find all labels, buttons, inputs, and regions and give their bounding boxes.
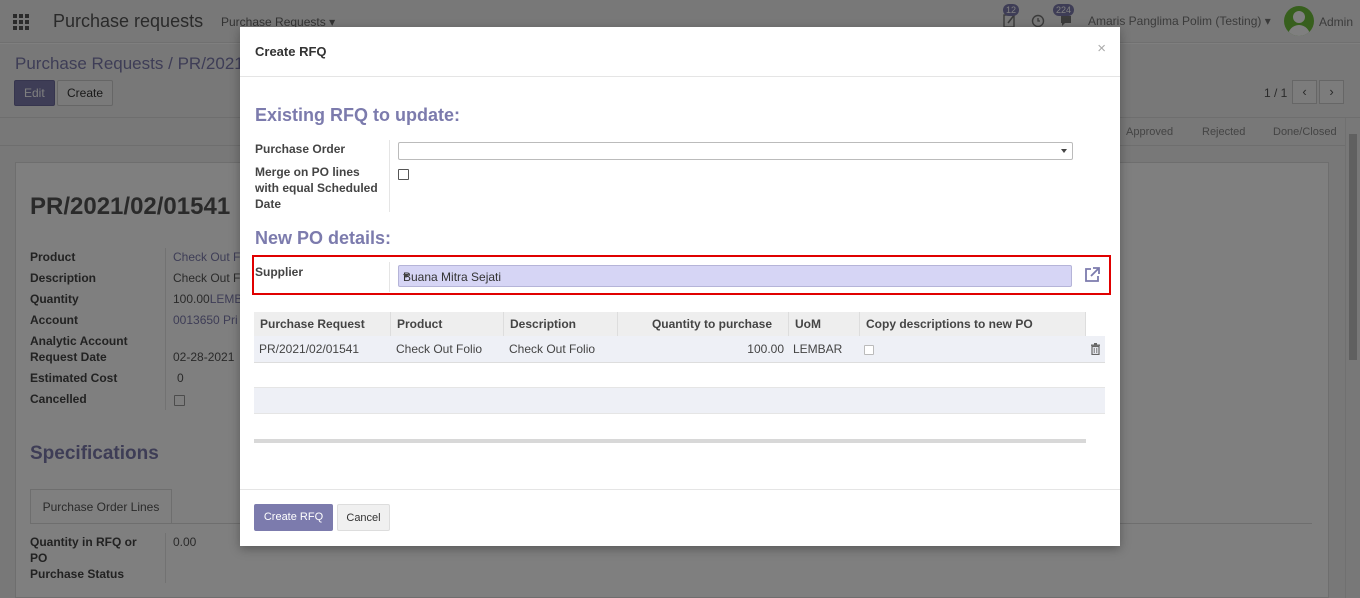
supplier-divider <box>389 262 390 292</box>
dialog-title: Create RFQ <box>255 44 327 59</box>
table-empty-row <box>254 363 1105 388</box>
cell-uom: LEMBAR <box>793 342 843 356</box>
merge-po-lines-checkbox[interactable] <box>398 169 409 180</box>
create-rfq-button[interactable]: Create RFQ <box>254 504 333 531</box>
table-empty-row <box>254 388 1105 413</box>
col-purchase-request[interactable]: Purchase Request <box>254 312 391 336</box>
existing-rfq-section-title: Existing RFQ to update: <box>255 105 460 125</box>
col-uom[interactable]: UoM <box>789 312 860 336</box>
table-empty-row <box>254 413 1105 438</box>
cancel-button[interactable]: Cancel <box>337 504 390 531</box>
new-po-section-title: New PO details: <box>255 228 392 248</box>
purchase-order-label: Purchase Order <box>255 142 346 156</box>
cell-product: Check Out Folio <box>396 342 483 356</box>
create-rfq-dialog: Create RFQ × Existing RFQ to update: Pur… <box>240 27 1120 546</box>
col-copy-descriptions[interactable]: Copy descriptions to new PO <box>860 312 1086 336</box>
dialog-header: Create RFQ × <box>240 27 1120 77</box>
table-horizontal-scrollbar[interactable] <box>254 439 1086 443</box>
col-product[interactable]: Product <box>391 312 504 336</box>
col-quantity-to-purchase[interactable]: Quantity to purchase <box>618 312 789 336</box>
supplier-select[interactable]: Buana Mitra Sejati <box>398 265 1072 287</box>
cell-purchase-request: PR/2021/02/01541 <box>259 342 360 356</box>
external-link-icon[interactable] <box>1083 266 1101 287</box>
trash-icon[interactable] <box>1090 343 1101 358</box>
dialog-field-divider <box>389 140 390 212</box>
supplier-value: Buana Mitra Sejati <box>403 270 502 284</box>
purchase-order-select[interactable] <box>398 142 1073 160</box>
merge-label-line3: Date <box>255 197 282 211</box>
merge-label-line1: Merge on PO lines <box>255 165 360 179</box>
copy-description-checkbox <box>864 345 874 355</box>
close-icon[interactable]: × <box>1097 40 1106 57</box>
chevron-down-icon <box>1061 149 1067 153</box>
merge-label-line2: with equal Scheduled <box>255 181 378 195</box>
cell-description: Check Out Folio <box>509 342 596 356</box>
col-description[interactable]: Description <box>504 312 618 336</box>
chevron-down-icon <box>403 274 409 278</box>
supplier-label: Supplier <box>255 265 304 279</box>
cell-quantity: 100.00 <box>747 342 784 356</box>
